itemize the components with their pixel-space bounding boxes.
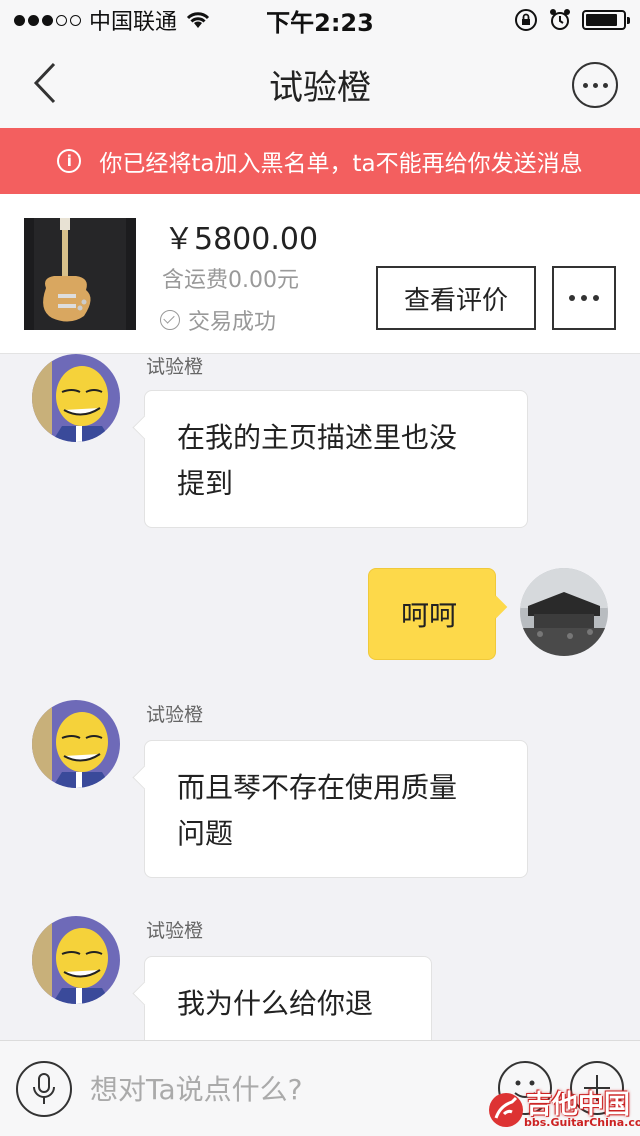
message-bubble-incoming[interactable]: 而且琴不存在使用质量 问题: [144, 740, 528, 878]
view-review-button[interactable]: 查看评价: [376, 266, 536, 330]
sender-name: 试验橙: [146, 356, 204, 378]
blacklist-banner: i 你已经将ta加入黑名单，ta不能再给你发送消息: [0, 128, 640, 194]
battery-icon: [582, 10, 630, 30]
chat-messages[interactable]: 试验橙 在我的主页描述里也没 提到 呵呵 试验橙 而且琴不存在使用质量 问题 试…: [0, 354, 640, 1040]
more-dots-icon: [569, 295, 575, 301]
status-bar: 中国联通 下午2:23: [0, 0, 640, 40]
trade-status: 交易成功: [160, 304, 276, 336]
message-line: 问题: [177, 817, 234, 850]
more-options-button[interactable]: [572, 62, 618, 108]
alarm-icon: [550, 9, 570, 30]
info-icon: i: [57, 149, 82, 173]
my-avatar[interactable]: [520, 568, 608, 656]
status-left: 中国联通: [14, 4, 211, 36]
microphone-button[interactable]: [16, 1061, 72, 1117]
message-line: 提到: [177, 467, 234, 500]
back-chevron-icon[interactable]: [24, 58, 74, 108]
message-line: 呵呵: [401, 599, 458, 632]
product-thumbnail[interactable]: [24, 218, 136, 330]
guitar-photo: [24, 218, 136, 330]
product-price: ￥5800.00: [164, 222, 319, 257]
battery-fill: [586, 14, 617, 26]
shipping-fee: 含运费0.00元: [162, 268, 299, 293]
watermark-logo: 吉他中国 bbs.GuitarChina.com: [484, 1082, 640, 1136]
avatar[interactable]: [32, 700, 120, 788]
wifi-icon: [186, 12, 210, 28]
carrier-name: 中国联通: [89, 10, 178, 35]
avatar[interactable]: [32, 354, 120, 442]
trade-status-label: 交易成功: [188, 310, 277, 335]
nav-bar: 试验橙: [0, 40, 640, 128]
blacklist-banner-text: 你已经将ta加入黑名单，ta不能再给你发送消息: [99, 151, 583, 177]
page-title: 试验橙: [269, 67, 371, 108]
signal-strength-icon: [14, 14, 81, 26]
sender-name: 试验橙: [146, 704, 204, 726]
watermark-sub: bbs.GuitarChina.com: [524, 1116, 640, 1129]
microphone-icon: [33, 1073, 55, 1104]
more-dots-icon: [582, 82, 588, 88]
product-card[interactable]: ￥5800.00 含运费0.00元 交易成功 查看评价: [0, 194, 640, 354]
status-right: [514, 8, 630, 32]
message-bubble-incoming[interactable]: 在我的主页描述里也没 提到: [144, 390, 528, 528]
message-line: 我为什么给你退: [177, 987, 374, 1020]
message-line: 而且琴不存在使用质量: [177, 771, 458, 804]
sender-name: 试验橙: [146, 920, 204, 942]
message-bubble-outgoing[interactable]: 呵呵: [368, 568, 496, 660]
check-circle-icon: [160, 310, 180, 330]
message-line: 在我的主页描述里也没: [177, 421, 458, 454]
guitar-logo-icon: [489, 1093, 523, 1127]
product-more-button[interactable]: [552, 266, 616, 330]
avatar[interactable]: [32, 916, 120, 1004]
message-input[interactable]: [90, 1059, 480, 1119]
message-bubble-incoming[interactable]: 我为什么给你退: [144, 956, 432, 1040]
rotation-lock-icon: [515, 9, 537, 31]
